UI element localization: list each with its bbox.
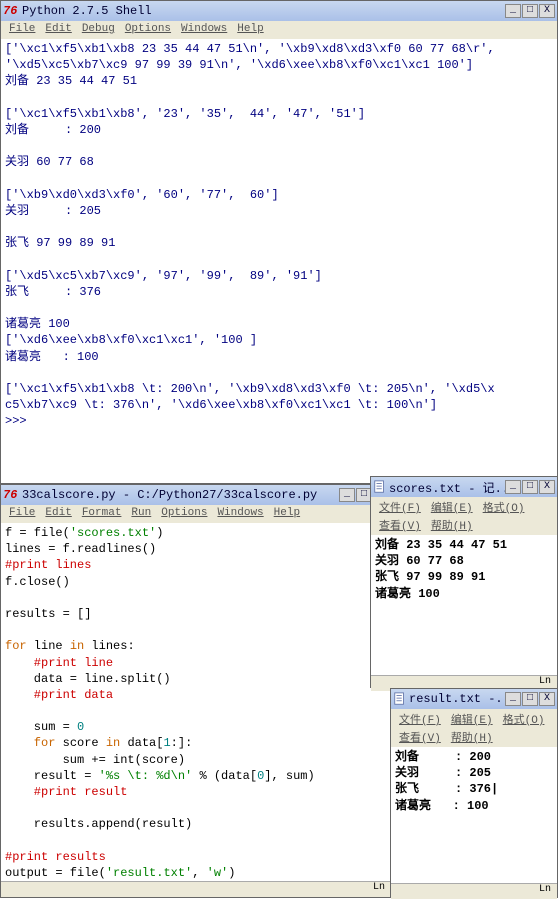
menu-file[interactable]: 文件(F) bbox=[395, 711, 445, 727]
menu-debug[interactable]: Debug bbox=[78, 23, 119, 37]
close-button[interactable]: X bbox=[539, 692, 555, 706]
maximize-button[interactable]: □ bbox=[522, 4, 538, 18]
window-controls: _ □ X bbox=[505, 480, 555, 494]
window-controls: _ □ X bbox=[505, 4, 555, 18]
menu-help[interactable]: Help bbox=[270, 507, 304, 521]
minimize-button[interactable]: _ bbox=[505, 4, 521, 18]
menu-file[interactable]: File bbox=[5, 507, 39, 521]
menu-file[interactable]: File bbox=[5, 23, 39, 37]
menu-view[interactable]: 查看(V) bbox=[395, 729, 445, 745]
titlebar[interactable]: scores.txt - 记... _ □ X bbox=[371, 477, 557, 497]
menu-help[interactable]: 帮助(H) bbox=[427, 517, 477, 533]
menu-edit[interactable]: 编辑(E) bbox=[427, 499, 477, 515]
window-title: 33calscore.py - C:/Python27/33calscore.p… bbox=[20, 488, 339, 502]
code-editor[interactable]: f = file('scores.txt') lines = f.readlin… bbox=[1, 523, 391, 881]
notepad-icon bbox=[373, 480, 387, 494]
python-icon: 76 bbox=[3, 488, 17, 502]
menu-edit[interactable]: Edit bbox=[41, 23, 75, 37]
menu-view[interactable]: 查看(V) bbox=[375, 517, 425, 533]
menu-options[interactable]: Options bbox=[121, 23, 175, 37]
menu-run[interactable]: Run bbox=[127, 507, 155, 521]
menubar: File Edit Format Run Options Windows Hel… bbox=[1, 505, 391, 523]
close-button[interactable]: X bbox=[539, 4, 555, 18]
python-icon: 76 bbox=[3, 4, 17, 18]
titlebar[interactable]: 76 Python 2.7.5 Shell _ □ X bbox=[1, 1, 557, 21]
notepad-scores-window: scores.txt - 记... _ □ X 文件(F) 编辑(E) 格式(O… bbox=[370, 476, 558, 688]
shell-output[interactable]: ['\xc1\xf5\xb1\xb8 23 35 44 47 51\n', '\… bbox=[1, 39, 557, 483]
statusbar: Ln bbox=[1, 881, 391, 897]
window-title: scores.txt - 记... bbox=[387, 479, 505, 496]
statusbar: Ln bbox=[391, 883, 557, 899]
menu-windows[interactable]: Windows bbox=[177, 23, 231, 37]
python-shell-window: 76 Python 2.7.5 Shell _ □ X File Edit De… bbox=[0, 0, 558, 484]
menubar: 文件(F) 编辑(E) 格式(O) 查看(V) 帮助(H) bbox=[391, 709, 557, 747]
menu-edit[interactable]: 编辑(E) bbox=[447, 711, 497, 727]
minimize-button[interactable]: _ bbox=[505, 692, 521, 706]
window-title: result.txt -... bbox=[407, 692, 505, 706]
menu-format[interactable]: Format bbox=[78, 507, 126, 521]
menu-file[interactable]: 文件(F) bbox=[375, 499, 425, 515]
titlebar[interactable]: result.txt -... _ □ X bbox=[391, 689, 557, 709]
titlebar[interactable]: 76 33calscore.py - C:/Python27/33calscor… bbox=[1, 485, 391, 505]
menu-help[interactable]: Help bbox=[233, 23, 267, 37]
menu-edit[interactable]: Edit bbox=[41, 507, 75, 521]
menu-format[interactable]: 格式(O) bbox=[479, 499, 529, 515]
notepad-result-window: result.txt -... _ □ X 文件(F) 编辑(E) 格式(O) … bbox=[390, 688, 558, 898]
editor-window: 76 33calscore.py - C:/Python27/33calscor… bbox=[0, 484, 392, 898]
maximize-button[interactable]: □ bbox=[522, 692, 538, 706]
menu-format[interactable]: 格式(O) bbox=[499, 711, 549, 727]
minimize-button[interactable]: _ bbox=[339, 488, 355, 502]
window-title: Python 2.7.5 Shell bbox=[20, 4, 505, 18]
menubar: File Edit Debug Options Windows Help bbox=[1, 21, 557, 39]
menubar: 文件(F) 编辑(E) 格式(O) 查看(V) 帮助(H) bbox=[371, 497, 557, 535]
text-area[interactable]: 刘备 23 35 44 47 51 关羽 60 77 68 张飞 97 99 8… bbox=[371, 535, 557, 675]
close-button[interactable]: X bbox=[539, 480, 555, 494]
menu-options[interactable]: Options bbox=[157, 507, 211, 521]
window-controls: _ □ X bbox=[505, 692, 555, 706]
menu-windows[interactable]: Windows bbox=[213, 507, 267, 521]
menu-help[interactable]: 帮助(H) bbox=[447, 729, 497, 745]
minimize-button[interactable]: _ bbox=[505, 480, 521, 494]
maximize-button[interactable]: □ bbox=[522, 480, 538, 494]
text-area[interactable]: 刘备 : 200 关羽 : 205 张飞 : 376| 诸葛亮 : 100 bbox=[391, 747, 557, 883]
notepad-icon bbox=[393, 692, 407, 706]
